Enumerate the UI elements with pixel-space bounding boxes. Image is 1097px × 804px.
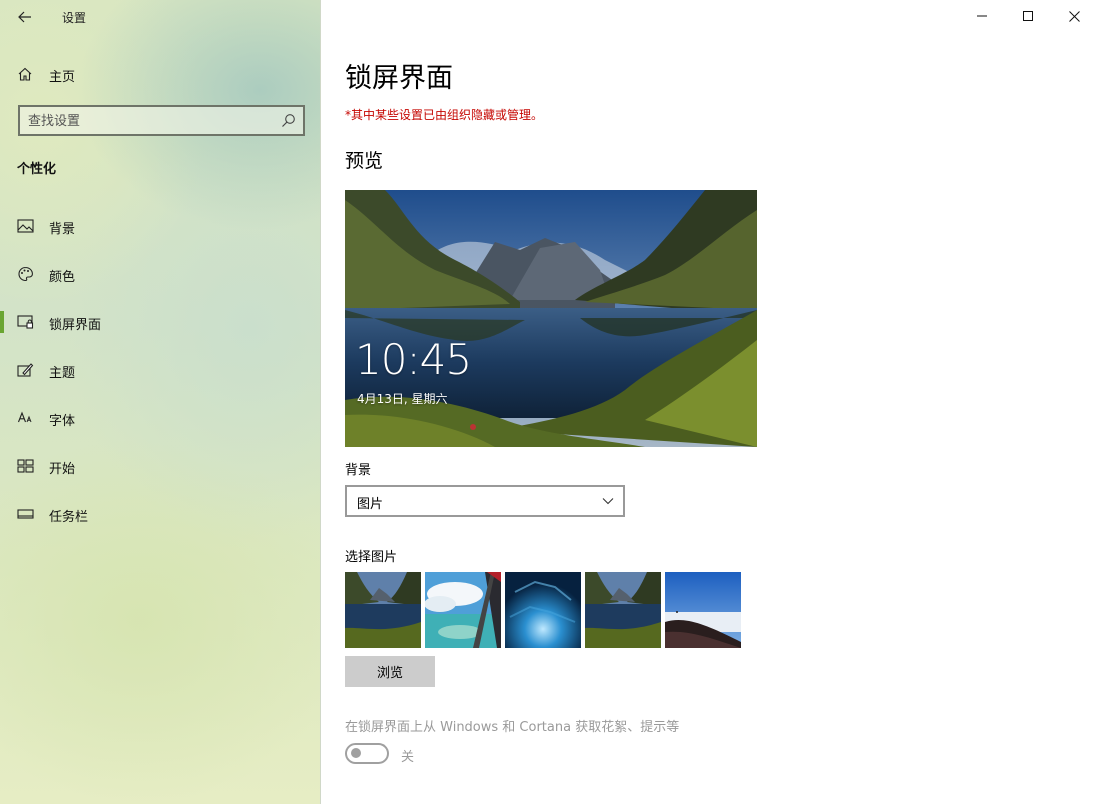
palette-icon xyxy=(18,266,33,282)
font-icon xyxy=(17,411,32,423)
picture-thumbnail-lake[interactable] xyxy=(345,572,421,648)
sidebar-item-lock-screen[interactable]: 锁屏界面 xyxy=(0,305,321,339)
sidebar-item-start[interactable]: 开始 xyxy=(0,449,321,483)
sidebar-item-taskbar[interactable]: 任务栏 xyxy=(0,497,321,531)
back-button[interactable] xyxy=(14,7,36,27)
minimize-icon xyxy=(977,15,987,17)
minimize-button[interactable] xyxy=(959,0,1005,32)
spotlight-tips-toggle[interactable] xyxy=(345,743,389,764)
close-icon xyxy=(1068,10,1080,22)
browse-button[interactable]: 浏览 xyxy=(345,656,435,687)
search-icon[interactable] xyxy=(281,113,296,128)
sidebar: 设置 主页 个性化 背景 颜色 xyxy=(0,0,321,804)
choose-picture-label: 选择图片 xyxy=(345,550,398,565)
background-dropdown[interactable]: 图片 xyxy=(345,485,625,517)
picture-icon xyxy=(17,219,34,233)
sidebar-item-label: 字体 xyxy=(49,414,76,429)
toggle-knob xyxy=(351,748,361,758)
taskbar-icon xyxy=(17,509,34,519)
background-selected-value: 图片 xyxy=(357,497,384,512)
home-icon xyxy=(18,67,32,81)
window-title: 设置 xyxy=(62,11,87,25)
page-title: 锁屏界面 xyxy=(345,63,453,94)
active-indicator xyxy=(0,311,4,333)
picture-thumbnail-airplane[interactable] xyxy=(425,572,501,648)
sidebar-item-label: 锁屏界面 xyxy=(49,318,102,333)
sidebar-item-label: 任务栏 xyxy=(49,510,89,525)
start-tiles-icon xyxy=(17,459,34,473)
background-label: 背景 xyxy=(345,463,372,478)
sidebar-item-label: 颜色 xyxy=(49,270,76,285)
sidebar-item-fonts[interactable]: 字体 xyxy=(0,401,321,435)
theme-brush-icon xyxy=(17,363,34,377)
search-box[interactable] xyxy=(18,105,305,136)
search-input[interactable] xyxy=(28,112,273,130)
preview-date: 4月13日, 星期六 xyxy=(357,392,448,406)
picture-thumbnail-volcano[interactable] xyxy=(665,572,741,648)
sidebar-item-label: 开始 xyxy=(49,462,76,477)
spotlight-tips-label: 在锁屏界面上从 Windows 和 Cortana 获取花絮、提示等 xyxy=(345,720,680,735)
maximize-icon xyxy=(1023,11,1033,21)
preview-clock: 10:45 xyxy=(355,335,472,384)
close-button[interactable] xyxy=(1051,0,1097,32)
chevron-down-icon xyxy=(602,498,614,505)
lock-screen-preview: 10:45 4月13日, 星期六 xyxy=(345,190,757,447)
preview-heading: 预览 xyxy=(345,150,384,172)
back-arrow-icon xyxy=(18,11,31,23)
policy-note: *其中某些设置已由组织隐藏或管理。 xyxy=(345,108,544,122)
toggle-state-label: 关 xyxy=(401,750,415,765)
sidebar-item-label: 背景 xyxy=(49,222,76,237)
sidebar-item-colors[interactable]: 颜色 xyxy=(0,257,321,291)
sidebar-item-background[interactable]: 背景 xyxy=(0,209,321,243)
picture-thumbnail-ice-cave[interactable] xyxy=(505,572,581,648)
main-content: 锁屏界面 *其中某些设置已由组织隐藏或管理。 预览 10:45 4月13日, 星… xyxy=(321,0,1097,804)
sidebar-item-label: 主题 xyxy=(49,366,76,381)
landscape-image xyxy=(345,190,757,447)
maximize-button[interactable] xyxy=(1005,0,1051,32)
nav-home[interactable]: 主页 xyxy=(0,60,321,88)
picture-thumbnail-lake-2[interactable] xyxy=(585,572,661,648)
lock-screen-icon xyxy=(17,315,34,329)
nav-home-label: 主页 xyxy=(49,70,76,85)
section-title: 个性化 xyxy=(17,162,57,177)
sidebar-item-themes[interactable]: 主题 xyxy=(0,353,321,387)
